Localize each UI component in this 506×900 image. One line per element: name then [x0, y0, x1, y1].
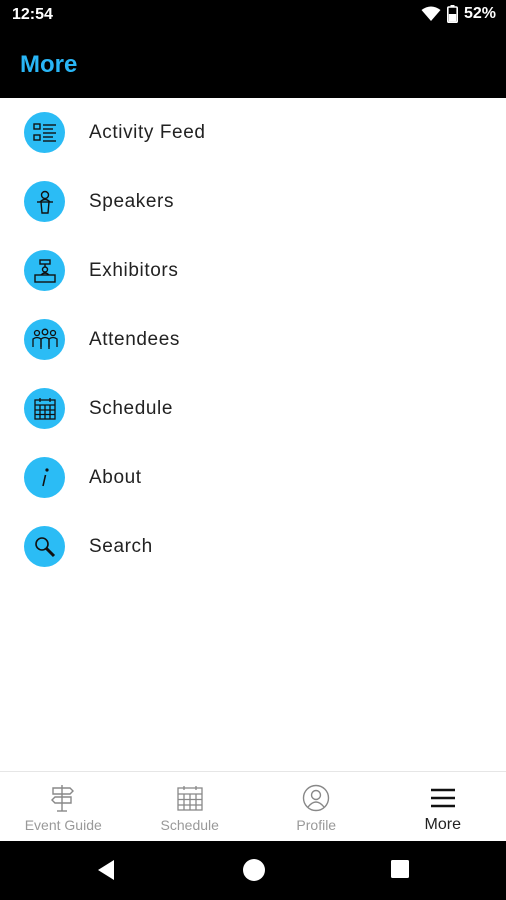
back-icon[interactable]	[96, 859, 116, 881]
people-icon	[24, 319, 65, 360]
info-icon	[24, 457, 65, 498]
menu-item-about[interactable]: About	[0, 443, 506, 512]
calendar-icon	[177, 783, 203, 813]
battery-percent: 52%	[463, 5, 496, 22]
tab-event-guide[interactable]: Event Guide	[0, 772, 127, 841]
tab-profile[interactable]: Profile	[253, 772, 380, 841]
menu-item-search[interactable]: Search	[0, 512, 506, 581]
wifi-icon	[421, 6, 441, 21]
recents-icon[interactable]	[390, 859, 410, 879]
tab-label: Schedule	[160, 817, 219, 833]
signpost-icon	[50, 783, 76, 813]
menu-item-label: Activity Feed	[89, 121, 206, 143]
menu-item-label: Attendees	[89, 328, 180, 350]
menu-item-label: Schedule	[89, 397, 174, 419]
menu-item-label: Speakers	[89, 190, 175, 212]
menu-item-speakers[interactable]: Speakers	[0, 167, 506, 236]
status-bar: 12:54 52%	[0, 0, 506, 32]
battery-icon	[446, 5, 458, 23]
tab-label: Event Guide	[24, 817, 102, 833]
home-icon[interactable]	[242, 858, 266, 882]
bottom-tab-bar: Event Guide Schedule Profile More	[0, 771, 506, 841]
list-icon	[24, 112, 65, 153]
tab-label: Profile	[296, 817, 337, 833]
menu-item-attendees[interactable]: Attendees	[0, 305, 506, 374]
app-bar: More	[0, 32, 506, 98]
page-title: More	[20, 51, 78, 78]
menu-icon	[430, 783, 456, 813]
menu-item-label: Exhibitors	[89, 259, 179, 281]
status-icons: 52%	[421, 5, 496, 23]
menu-item-activity-feed[interactable]: Activity Feed	[0, 98, 506, 167]
tab-label: More	[424, 816, 461, 833]
profile-icon	[302, 783, 330, 813]
menu-item-label: Search	[89, 535, 153, 557]
status-time: 12:54	[12, 6, 53, 23]
calendar-icon	[24, 388, 65, 429]
menu-item-schedule[interactable]: Schedule	[0, 374, 506, 443]
speaker-podium-icon	[24, 181, 65, 222]
booth-icon	[24, 250, 65, 291]
system-nav-bar	[0, 841, 506, 900]
more-menu-list: Activity Feed Speakers Exhibitors Attend…	[0, 98, 506, 581]
tab-more[interactable]: More	[380, 772, 506, 841]
tab-schedule[interactable]: Schedule	[127, 772, 254, 841]
menu-item-label: About	[89, 466, 142, 488]
search-icon	[24, 526, 65, 567]
menu-item-exhibitors[interactable]: Exhibitors	[0, 236, 506, 305]
